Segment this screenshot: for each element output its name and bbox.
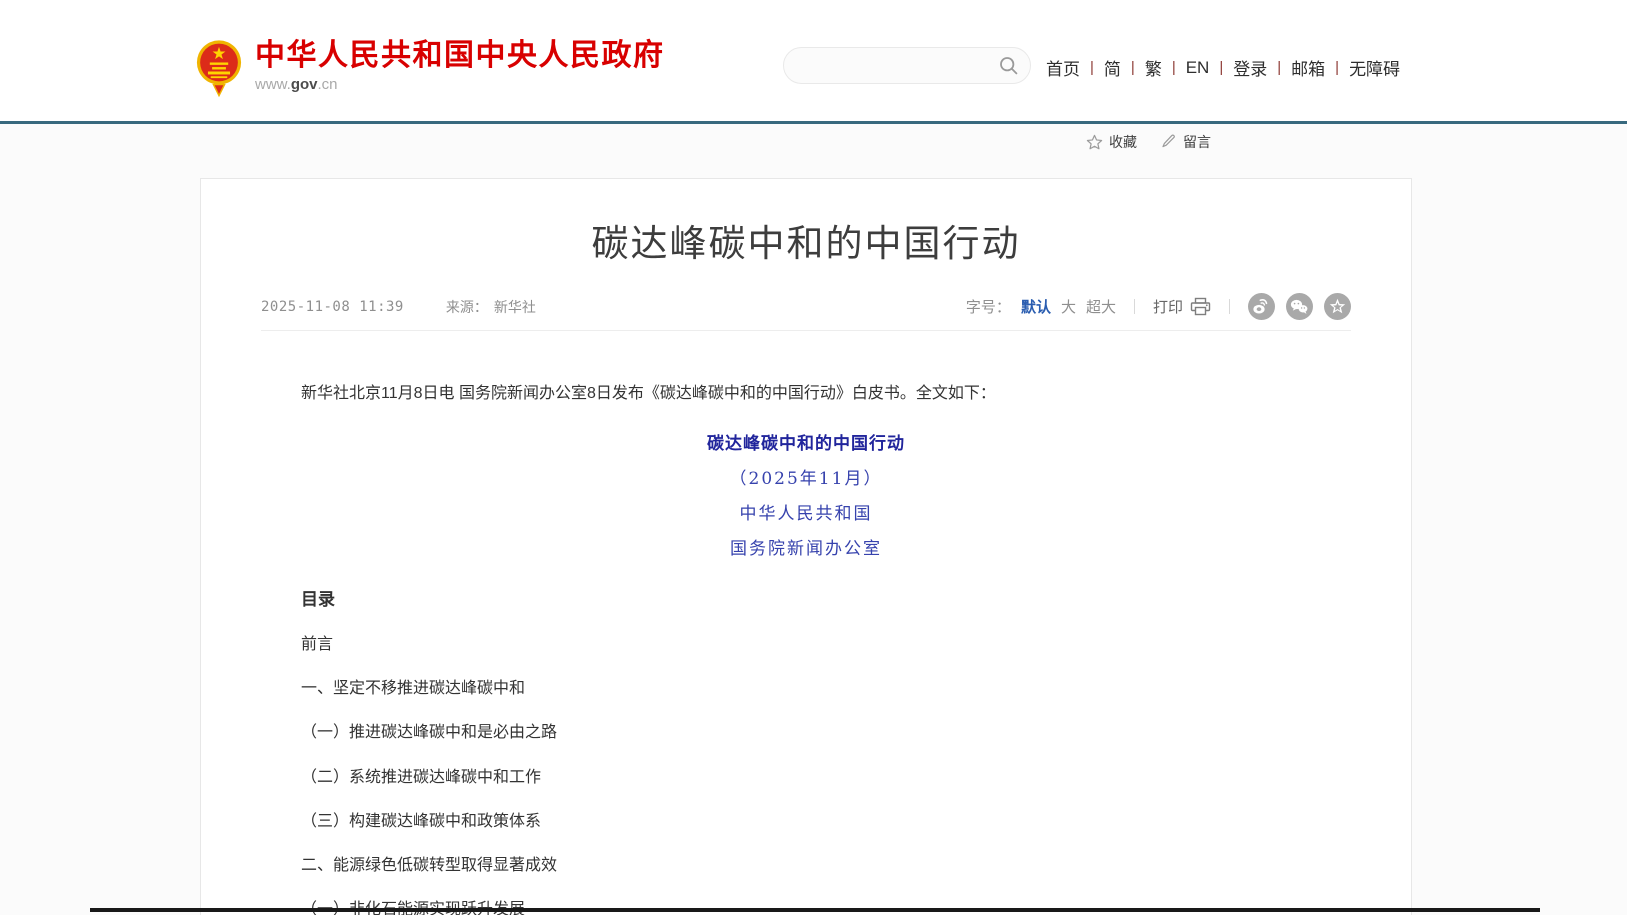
favorite-button[interactable]: 收藏 xyxy=(1086,132,1137,152)
page-actions: 收藏 留言 xyxy=(1086,132,1211,152)
nav-separator: | xyxy=(1335,59,1339,76)
nav-item-login[interactable]: 登录 xyxy=(1233,55,1267,80)
site-url: www.gov.cn xyxy=(255,76,665,93)
search-box xyxy=(783,47,1031,84)
star-icon xyxy=(1086,134,1103,151)
share-wechat-icon[interactable] xyxy=(1286,293,1313,320)
site-title: 中华人民共和国中央人民政府 xyxy=(255,38,665,74)
print-label: 打印 xyxy=(1153,296,1183,317)
article-lead: 新华社北京11月8日电 国务院新闻办公室8日发布《碳达峰碳中和的中国行动》白皮书… xyxy=(301,381,1311,407)
nav-item-accessibility[interactable]: 无障碍 xyxy=(1349,55,1400,80)
url-cn: .cn xyxy=(318,76,338,93)
share-star-icon[interactable] xyxy=(1324,293,1351,320)
toc-item-2: 二、能源绿色低碳转型取得显著成效 xyxy=(301,856,1311,875)
font-size-default-button[interactable]: 默认 xyxy=(1021,296,1051,317)
toc-heading: 目录 xyxy=(301,585,1311,610)
source-label: 来源： xyxy=(446,297,488,317)
national-emblem-icon xyxy=(196,38,242,98)
nav-item-mail[interactable]: 邮箱 xyxy=(1291,55,1325,80)
search-icon[interactable] xyxy=(999,56,1019,76)
bottom-edge-line xyxy=(90,908,1540,912)
nav-separator: | xyxy=(1172,59,1176,76)
nav-separator: | xyxy=(1131,59,1135,76)
share-weibo-icon[interactable] xyxy=(1248,293,1275,320)
search-input[interactable] xyxy=(784,48,1030,83)
whitepaper-title: 碳达峰碳中和的中国行动 xyxy=(301,429,1311,454)
brand-text: 中华人民共和国中央人民政府 www.gov.cn xyxy=(255,38,665,93)
toc-item-1-3: （三）构建碳达峰碳中和政策体系 xyxy=(301,812,1311,831)
toc-item-1-1: （一）推进碳达峰碳中和是必由之路 xyxy=(301,723,1311,742)
whitepaper-date: （2025年11月） xyxy=(301,464,1311,489)
meta-divider-line xyxy=(261,330,1351,331)
nav-separator: | xyxy=(1090,59,1094,76)
top-nav: 首页 | 简 | 繁 | EN | 登录 | 邮箱 | 无障碍 xyxy=(1046,55,1410,80)
meta-right: 字号： 默认 大 超大 打印 xyxy=(966,293,1351,320)
nav-item-traditional[interactable]: 繁 xyxy=(1145,55,1162,80)
whitepaper-org-line1: 中华人民共和国 xyxy=(301,499,1311,524)
share-icons xyxy=(1248,293,1351,320)
url-www: www. xyxy=(255,76,291,93)
whitepaper-org-line2: 国务院新闻办公室 xyxy=(301,534,1311,559)
site-logo[interactable]: 中华人民共和国中央人民政府 www.gov.cn xyxy=(196,38,665,98)
article-title: 碳达峰碳中和的中国行动 xyxy=(261,223,1351,266)
site-header: 中华人民共和国中央人民政府 www.gov.cn 首页 | 简 | 繁 | EN… xyxy=(0,0,1627,121)
source-value: 新华社 xyxy=(494,297,536,317)
article-card: 碳达峰碳中和的中国行动 2025-11-08 11:39 来源： 新华社 字号：… xyxy=(200,178,1412,915)
nav-separator: | xyxy=(1219,59,1223,76)
nav-item-english[interactable]: EN xyxy=(1186,58,1210,78)
comment-label: 留言 xyxy=(1183,132,1211,152)
toc-item-preface: 前言 xyxy=(301,635,1311,654)
page: 中华人民共和国中央人民政府 www.gov.cn 首页 | 简 | 繁 | EN… xyxy=(0,0,1627,915)
comment-button[interactable]: 留言 xyxy=(1161,132,1211,152)
meta-left: 2025-11-08 11:39 来源： 新华社 xyxy=(261,297,536,317)
pencil-icon xyxy=(1161,134,1177,150)
font-size-xlarge-button[interactable]: 超大 xyxy=(1086,296,1116,317)
toc-item-1: 一、坚定不移推进碳达峰碳中和 xyxy=(301,679,1311,698)
print-button[interactable]: 打印 xyxy=(1153,296,1211,317)
nav-item-simplified[interactable]: 简 xyxy=(1104,55,1121,80)
meta-separator xyxy=(1134,299,1135,314)
nav-item-home[interactable]: 首页 xyxy=(1046,55,1080,80)
nav-separator: | xyxy=(1277,59,1281,76)
font-size-large-button[interactable]: 大 xyxy=(1061,296,1076,317)
article-meta-row: 2025-11-08 11:39 来源： 新华社 字号： 默认 大 超大 打印 xyxy=(261,296,1351,318)
meta-separator xyxy=(1229,299,1230,314)
toc-item-1-2: （二）系统推进碳达峰碳中和工作 xyxy=(301,768,1311,787)
favorite-label: 收藏 xyxy=(1109,132,1137,152)
url-gov: gov xyxy=(291,76,318,93)
font-size-label: 字号： xyxy=(966,296,1011,317)
printer-icon xyxy=(1190,297,1211,316)
publish-date: 2025-11-08 11:39 xyxy=(261,299,404,315)
